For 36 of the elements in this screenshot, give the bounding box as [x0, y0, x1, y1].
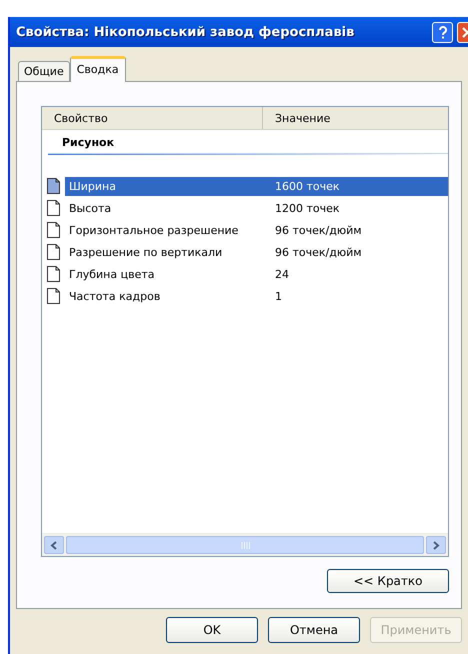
table-cell[interactable]: 1600 точек	[271, 176, 448, 196]
scroll-thumb[interactable]	[66, 536, 424, 554]
document-icon	[47, 222, 60, 238]
horizontal-scrollbar[interactable]	[42, 533, 448, 556]
window-title: Свойства: Нікопольський завод феросплавів	[16, 24, 356, 40]
table-cell[interactable]: Частота кадров	[65, 286, 271, 306]
table-cell[interactable]: Высота	[65, 198, 271, 218]
scroll-right-button[interactable]	[426, 536, 446, 554]
table-cell[interactable]: 24	[271, 264, 448, 284]
table-cell[interactable]: Горизонтальное разрешение	[65, 220, 271, 240]
document-icon	[47, 266, 60, 282]
document-icon	[47, 288, 60, 304]
chevron-left-icon	[50, 540, 58, 550]
brief-button[interactable]: << Кратко	[327, 569, 449, 593]
tab[interactable]: Сводка	[70, 56, 126, 82]
table-cell[interactable]: Глубина цвета	[65, 264, 271, 284]
table-cell[interactable]: Разрешение по вертикали	[65, 242, 271, 262]
grip-icon	[240, 542, 250, 548]
scroll-left-button[interactable]	[44, 536, 64, 554]
document-icon	[47, 178, 60, 194]
question-icon	[438, 26, 448, 38]
table-cell[interactable]: 96 точек/дюйм	[271, 242, 448, 262]
table-cell[interactable]: 1	[271, 286, 448, 306]
tab[interactable]: Общие	[18, 61, 70, 81]
column-header[interactable]: Свойство	[42, 107, 263, 129]
column-header[interactable]: Значение	[263, 107, 448, 129]
document-icon	[47, 244, 60, 260]
dialog-button[interactable]: Отмена	[268, 617, 360, 643]
table-cell[interactable]: Ширина	[65, 176, 271, 196]
group-heading: Рисунок	[48, 136, 448, 154]
chevron-right-icon	[432, 540, 440, 550]
table-cell[interactable]: 1200 точек	[271, 198, 448, 218]
table-cell[interactable]: 96 точек/дюйм	[271, 220, 448, 240]
help-button[interactable]	[432, 22, 453, 42]
dialog-button[interactable]: OK	[166, 617, 258, 643]
document-icon	[47, 200, 60, 216]
